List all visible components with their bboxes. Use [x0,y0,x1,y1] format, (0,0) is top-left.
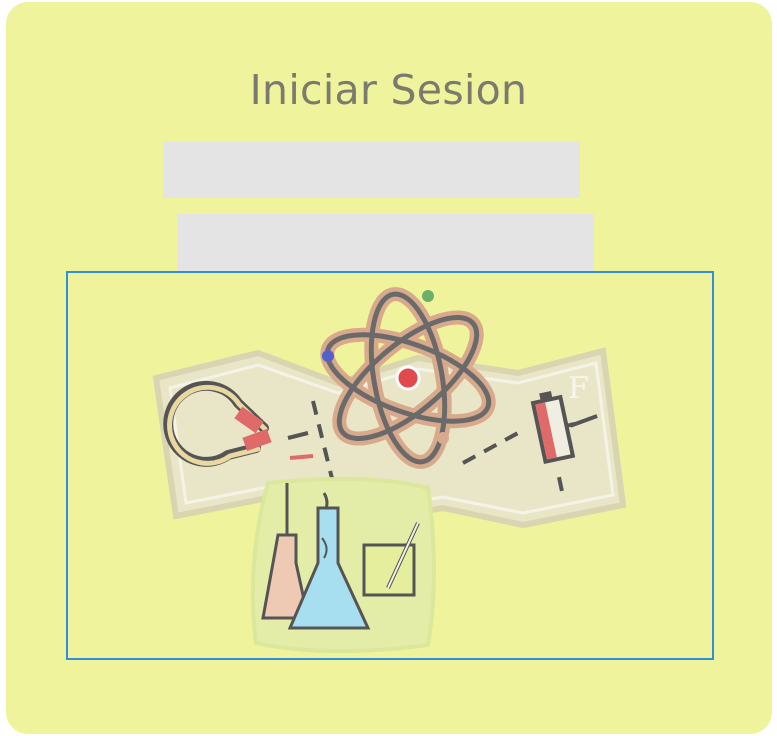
science-illustration-svg: F [152,287,627,653]
username-input[interactable] [163,141,580,198]
page-title: Iniciar Sesion [249,66,528,114]
password-input[interactable] [177,214,594,271]
letter-mark: F [568,371,589,406]
science-illustration[interactable]: F [66,271,714,660]
